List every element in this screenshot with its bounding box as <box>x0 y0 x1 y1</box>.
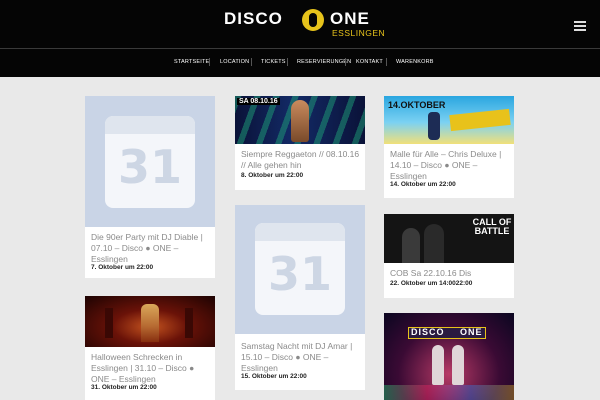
event-card[interactable]: 14.OKTOBER Malle für Alle – Chris Deluxe… <box>384 96 514 198</box>
poster-date: 14.OKTOBER <box>388 100 446 110</box>
poster-logo-right: ONE <box>460 327 483 337</box>
event-poster-mallorcaparty: 14.OKTOBER <box>384 96 514 144</box>
event-title[interactable]: Samstag Nacht mit DJ Amar | 15.10 – Disc… <box>241 341 361 373</box>
event-title[interactable]: COB Sa 22.10.16 Dis <box>390 268 510 279</box>
nav-divider <box>209 58 210 66</box>
nav-warenkorb[interactable]: WARENKORB <box>396 59 434 65</box>
event-date: 14. Oktober um 22:00 <box>390 181 456 188</box>
poster-date: SA 08.10.16 <box>237 98 280 105</box>
disco-one-logo[interactable]: DISCO ONE ESSLINGEN <box>224 9 385 39</box>
nav-divider <box>386 58 387 66</box>
event-title[interactable]: Malle für Alle – Chris Deluxe | 14.10 – … <box>390 149 510 181</box>
calendar-icon: 31 <box>105 116 195 208</box>
header-bar: DISCO ONE ESSLINGEN <box>0 0 600 48</box>
nav-tickets[interactable]: TICKETS <box>261 59 286 65</box>
event-card[interactable]: Halloween Schrecken in Esslingen | 31.10… <box>85 296 215 400</box>
event-card[interactable]: 31 Die 90er Party mit DJ Diable | 07.10 … <box>85 96 215 278</box>
menu-icon[interactable] <box>574 21 586 31</box>
main-nav: STARTSEITE LOCATION TICKETS RESERVIERUNG… <box>0 48 600 77</box>
event-date: 15. Oktober um 22:00 <box>241 373 307 380</box>
nav-divider <box>287 58 288 66</box>
nav-kontakt[interactable]: KONTAKT <box>356 59 383 65</box>
event-poster-disco-one: DISCO ONE <box>384 313 514 400</box>
poster-logo-left: DISCO <box>411 327 445 337</box>
event-card[interactable]: 31 Samstag Nacht mit DJ Amar | 15.10 – D… <box>235 205 365 390</box>
event-card[interactable]: SA 08.10.16 Siempre Reggaeton // 08.10.1… <box>235 96 365 190</box>
event-date: 22. Oktober um 14:0022:00 <box>390 280 473 287</box>
event-poster-halloween <box>85 296 215 347</box>
event-poster-siempre-reggaeton: SA 08.10.16 <box>235 96 365 144</box>
calendar-icon: 31 <box>255 223 345 315</box>
event-image-placeholder: 31 <box>235 205 365 334</box>
event-date: 8. Oktober um 22:00 <box>241 172 304 179</box>
logo-ring-icon <box>302 9 324 31</box>
event-title[interactable]: Siempre Reggaeton // 08.10.16 // Alle ge… <box>241 149 361 171</box>
event-card[interactable]: CALL OF BATTLE COB Sa 22.10.16 Dis 22. O… <box>384 214 514 298</box>
event-date: 31. Oktober um 22:00 <box>91 384 157 391</box>
nav-startseite[interactable]: STARTSEITE <box>174 59 209 65</box>
event-title[interactable]: Halloween Schrecken in Esslingen | 31.10… <box>91 352 211 384</box>
nav-location[interactable]: LOCATION <box>220 59 249 65</box>
event-title[interactable]: Die 90er Party mit DJ Diable | 07.10 – D… <box>91 232 211 264</box>
logo-subtitle: ESSLINGEN <box>332 28 386 38</box>
nav-reservierungen[interactable]: RESERVIERUNGEN <box>297 59 351 65</box>
event-poster-call-of-battle: CALL OF BATTLE <box>384 214 514 263</box>
poster-title: CALL OF BATTLE <box>472 217 512 236</box>
nav-divider <box>345 58 346 66</box>
event-date: 7. Oktober um 22:00 <box>91 264 154 271</box>
logo-text-right: ONE <box>330 9 370 28</box>
logo-text-left: DISCO <box>224 9 283 28</box>
nav-divider <box>251 58 252 66</box>
event-image-placeholder: 31 <box>85 96 215 227</box>
event-card[interactable]: DISCO ONE <box>384 313 514 400</box>
